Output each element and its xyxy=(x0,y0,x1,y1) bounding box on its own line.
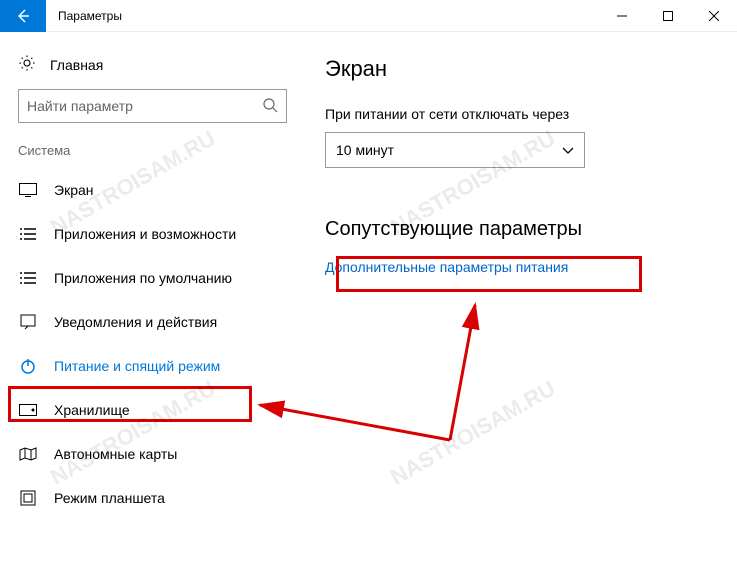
minimize-button[interactable] xyxy=(599,0,645,32)
sidebar-item-label: Питание и спящий режим xyxy=(54,358,220,374)
window-controls xyxy=(599,0,737,32)
sidebar-item-label: Хранилище xyxy=(54,402,130,418)
screen-timeout-select[interactable]: 10 минут xyxy=(325,132,585,168)
default-apps-icon xyxy=(18,271,38,285)
display-icon xyxy=(18,183,38,197)
sidebar-item-offline-maps[interactable]: Автономные карты xyxy=(0,432,305,476)
sidebar-item-label: Экран xyxy=(54,182,94,198)
select-value: 10 минут xyxy=(336,142,394,158)
map-icon xyxy=(18,447,38,461)
storage-icon xyxy=(18,404,38,416)
close-icon xyxy=(709,11,719,21)
gear-icon xyxy=(18,54,36,75)
tablet-icon xyxy=(18,490,38,506)
arrow-left-icon xyxy=(15,8,31,24)
sidebar: Главная Система Экран Приложения и возмо… xyxy=(0,32,305,582)
sidebar-item-label: Уведомления и действия xyxy=(54,314,217,330)
search-field[interactable] xyxy=(27,98,262,114)
search-icon xyxy=(262,97,278,116)
close-button[interactable] xyxy=(691,0,737,32)
maximize-icon xyxy=(663,11,673,21)
additional-power-link[interactable]: Дополнительные параметры питания xyxy=(325,259,717,275)
list-icon xyxy=(18,227,38,241)
plugged-in-label: При питании от сети отключать через xyxy=(325,106,717,122)
sidebar-item-label: Режим планшета xyxy=(54,490,165,506)
sidebar-item-notifications[interactable]: Уведомления и действия xyxy=(0,300,305,344)
sidebar-item-power-sleep[interactable]: Питание и спящий режим xyxy=(0,344,305,388)
sidebar-item-label: Приложения и возможности xyxy=(54,226,236,242)
main-panel: Экран При питании от сети отключать чере… xyxy=(305,32,737,582)
minimize-icon xyxy=(617,11,627,21)
sidebar-item-storage[interactable]: Хранилище xyxy=(0,388,305,432)
notifications-icon xyxy=(18,314,38,330)
chevron-down-icon xyxy=(562,142,574,158)
related-heading: Сопутствующие параметры xyxy=(325,218,717,241)
sidebar-item-label: Автономные карты xyxy=(54,446,177,462)
maximize-button[interactable] xyxy=(645,0,691,32)
back-button[interactable] xyxy=(0,0,46,32)
titlebar: Параметры xyxy=(0,0,737,32)
page-title: Экран xyxy=(325,56,717,82)
search-input[interactable] xyxy=(18,89,287,123)
home-link[interactable]: Главная xyxy=(0,48,305,89)
sidebar-item-tablet-mode[interactable]: Режим планшета xyxy=(0,476,305,520)
window-title: Параметры xyxy=(46,9,599,23)
home-label: Главная xyxy=(50,57,103,73)
sidebar-item-label: Приложения по умолчанию xyxy=(54,270,232,286)
sidebar-item-default-apps[interactable]: Приложения по умолчанию xyxy=(0,256,305,300)
section-label: Система xyxy=(0,137,305,168)
sidebar-item-apps-features[interactable]: Приложения и возможности xyxy=(0,212,305,256)
power-icon xyxy=(18,358,38,374)
sidebar-item-display[interactable]: Экран xyxy=(0,168,305,212)
